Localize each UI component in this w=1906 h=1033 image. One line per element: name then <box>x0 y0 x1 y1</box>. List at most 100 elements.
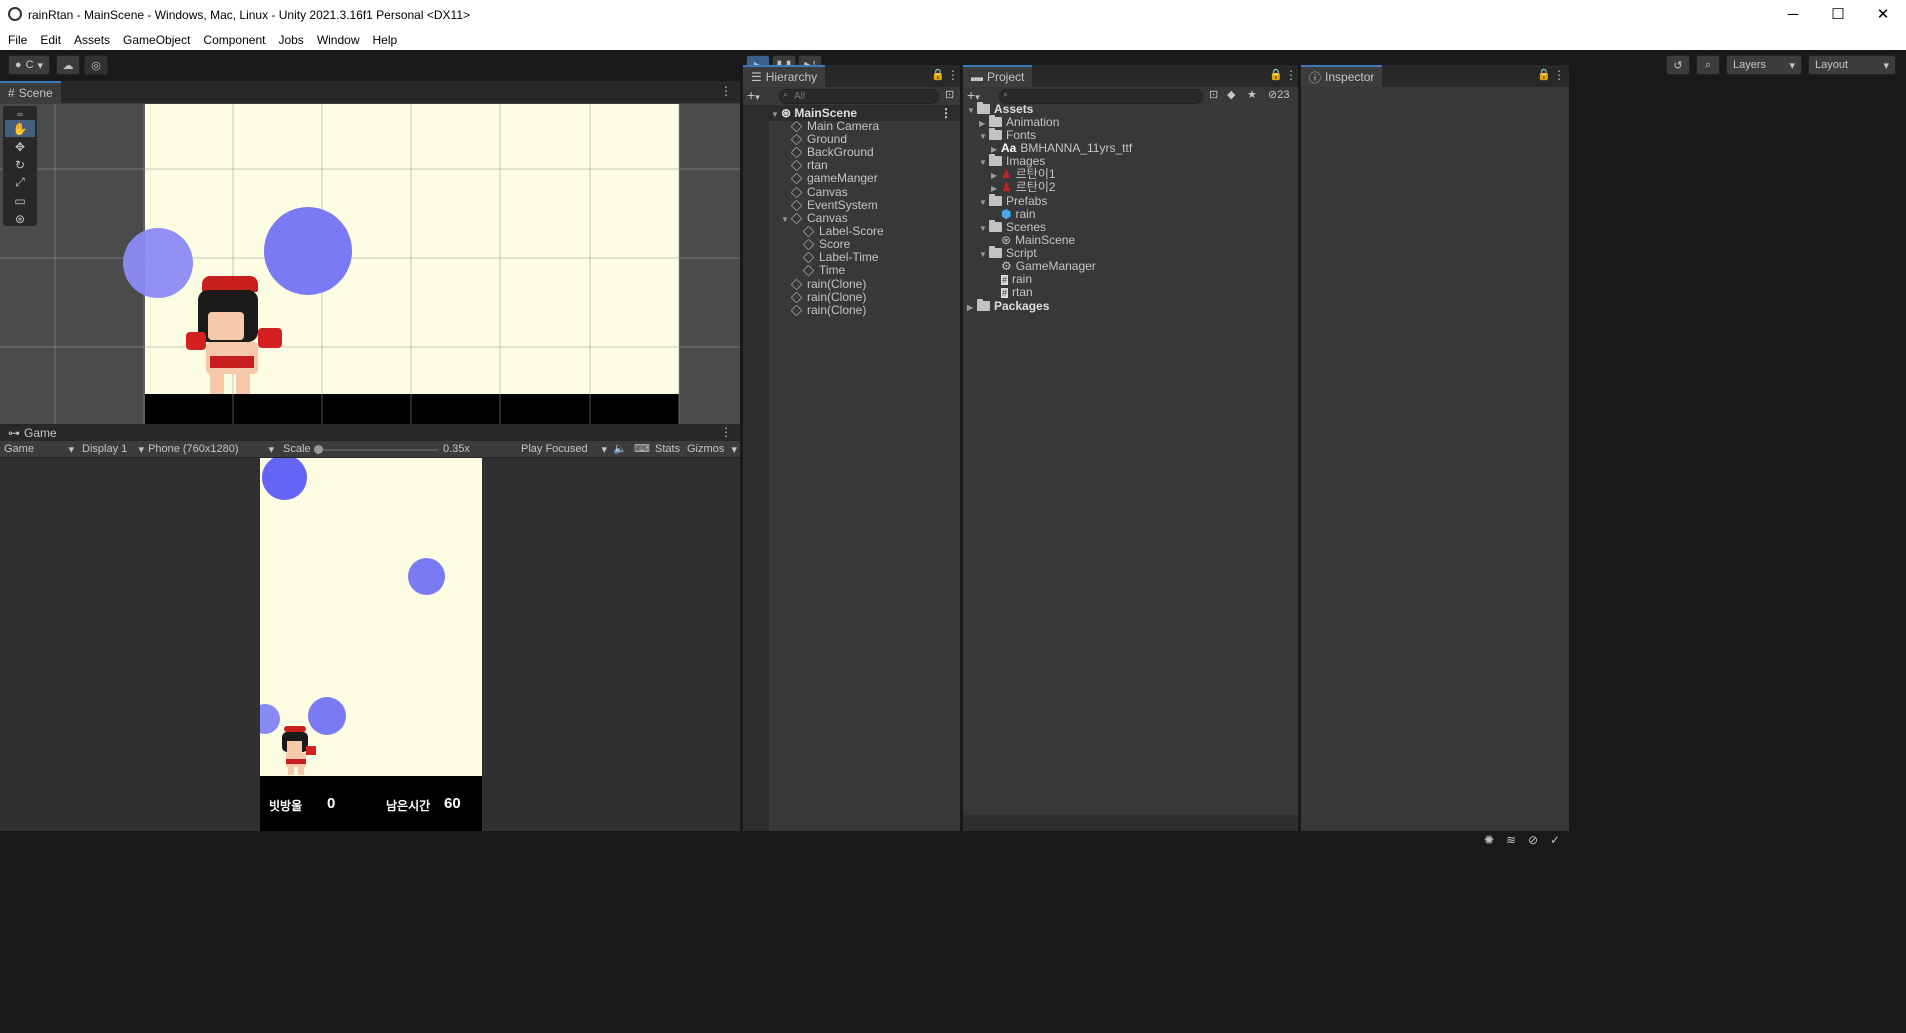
more-menu-icon[interactable]: ⋮ <box>720 84 732 98</box>
chevron-down-icon: ▾ <box>138 444 144 456</box>
gizmos-dropdown[interactable]: Gizmos ▾ <box>687 443 737 456</box>
hierarchy-toolbar: +▾ ⌕ ⊡ <box>743 87 960 105</box>
chevron-down-icon[interactable]: ▼ <box>967 103 977 119</box>
game-viewport[interactable]: 빗방울 0 남은시간 60 <box>0 458 740 831</box>
scene-tools-palette: ═ ✋ ✥ ↻ ⤢ ▭ ⊛ <box>3 106 37 226</box>
score-label: 빗방울 <box>269 799 303 813</box>
tab-inspector[interactable]: ⓘ Inspector <box>1301 65 1383 87</box>
more-menu-icon[interactable]: ⋮ <box>947 68 959 82</box>
info-icon: ⓘ <box>1309 70 1322 85</box>
chevron-down-icon: ▾ <box>1883 59 1889 72</box>
more-menu-icon[interactable]: ⋮ <box>940 105 952 121</box>
chevron-down-icon[interactable]: ▼ <box>771 107 781 123</box>
close-button[interactable]: ✕ <box>1860 0 1906 29</box>
tab-scene[interactable]: # Scene <box>0 81 61 103</box>
project-panel: ▬ Project 🔒 ⋮ +▾ ⌕ ⊡ ◆ ★ ⊘23 ▼ Assets ▶ Ani… <box>963 65 1298 831</box>
resolution-dropdown[interactable]: Phone (760x1280) ▾ <box>148 443 274 456</box>
lock-icon[interactable]: 🔒 <box>1269 68 1283 81</box>
collab-button[interactable]: ◎ <box>84 55 108 75</box>
unity-logo-icon <box>8 7 22 21</box>
time-value: 60 <box>444 795 461 812</box>
progress-check-icon[interactable]: ✓ <box>1550 833 1560 847</box>
project-bottom-bar <box>963 815 1298 831</box>
chevron-down-icon[interactable]: ▼ <box>781 212 791 228</box>
hand-tool-button[interactable]: ✋ <box>5 120 35 137</box>
keyboard-button[interactable]: ⌨ <box>634 442 650 455</box>
menu-window[interactable]: Window <box>317 33 360 47</box>
menu-jobs[interactable]: Jobs <box>278 33 303 47</box>
lock-icon[interactable]: 🔒 <box>1537 68 1551 81</box>
gameobject-icon <box>790 212 803 225</box>
search-by-type-icon[interactable]: ⊡ <box>1209 88 1218 101</box>
rtan-character[interactable] <box>182 276 282 398</box>
game-tabbar: ⊶ Game ⋮ <box>0 424 740 441</box>
sprite-icon: ♟ <box>1001 180 1012 194</box>
history-button[interactable]: ↺ <box>1666 55 1690 75</box>
display-dropdown[interactable]: Display 1 ▾ <box>82 443 144 456</box>
stats-button[interactable]: Stats <box>655 443 680 455</box>
menu-gameobject[interactable]: GameObject <box>123 33 190 47</box>
hierarchy-item[interactable]: rain(Clone) <box>790 302 866 318</box>
scale-tool-button[interactable]: ⤢ <box>5 174 35 191</box>
bug-icon[interactable]: ✺ <box>1484 833 1494 847</box>
rotate-icon: ↻ <box>14 157 26 172</box>
menu-file[interactable]: File <box>8 33 27 47</box>
tab-project[interactable]: ▬ Project <box>963 65 1033 87</box>
folder-icon <box>989 128 1002 140</box>
more-menu-icon[interactable]: ⋮ <box>1285 68 1297 82</box>
menu-assets[interactable]: Assets <box>74 33 110 47</box>
minimize-button[interactable]: ─ <box>1770 0 1816 29</box>
hidden-packages-button[interactable]: ⊘23 <box>1268 88 1289 101</box>
mute-audio-button[interactable]: 🔈 <box>613 442 627 455</box>
more-menu-icon[interactable]: ⋮ <box>1553 68 1565 82</box>
play-mode-dropdown[interactable]: Play Focused ▾ <box>521 443 607 456</box>
create-button[interactable]: +▾ <box>747 87 760 103</box>
chevron-down-icon[interactable]: ▼ <box>979 195 989 211</box>
chevron-down-icon[interactable]: ▼ <box>979 155 989 171</box>
project-folder[interactable]: ▶ Packages <box>967 298 1049 314</box>
gameobject-icon <box>790 304 803 317</box>
tab-game[interactable]: ⊶ Game <box>0 424 65 441</box>
chevron-right-icon[interactable]: ▶ <box>967 300 977 316</box>
search-button[interactable]: ⌕ <box>1696 55 1720 75</box>
chevron-down-icon[interactable]: ▼ <box>979 221 989 237</box>
menu-edit[interactable]: Edit <box>40 33 61 47</box>
score-value: 0 <box>327 795 336 812</box>
palette-handle[interactable]: ═ <box>5 109 35 119</box>
chevron-down-icon[interactable]: ▼ <box>979 129 989 145</box>
tab-hierarchy[interactable]: ☰ Hierarchy <box>743 65 826 87</box>
cache-icon[interactable]: ≋ <box>1506 833 1516 847</box>
maximize-button[interactable]: ☐ <box>1815 0 1861 29</box>
account-button[interactable]: ● C ▾ <box>8 55 50 75</box>
menu-help[interactable]: Help <box>373 33 398 47</box>
hierarchy-search-input[interactable] <box>779 89 939 104</box>
scale-slider-thumb[interactable] <box>314 445 323 454</box>
scale-icon: ⤢ <box>15 175 25 189</box>
more-menu-icon[interactable]: ⋮ <box>720 425 732 439</box>
layers-dropdown[interactable]: Layers ▾ <box>1726 55 1802 75</box>
game-view-dropdown[interactable]: Game ▾ <box>4 443 74 456</box>
lock-icon[interactable]: 🔒 <box>931 68 945 81</box>
time-label: 남은시간 <box>386 799 431 813</box>
chevron-down-icon[interactable]: ▼ <box>979 247 989 263</box>
inspector-panel: ⓘ Inspector 🔒 ⋮ <box>1301 65 1569 831</box>
rect-tool-button[interactable]: ▭ <box>5 192 35 209</box>
rotate-tool-button[interactable]: ↻ <box>5 156 35 173</box>
chevron-down-icon: ▾ <box>731 444 737 456</box>
keyboard-icon: ⌨ <box>634 443 650 455</box>
cloud-button[interactable]: ☁ <box>56 55 80 75</box>
layout-dropdown[interactable]: Layout ▾ <box>1808 55 1896 75</box>
search-by-label-icon[interactable]: ◆ <box>1227 88 1235 101</box>
scale-slider-track[interactable] <box>316 449 438 451</box>
search-icon: ⌕ <box>1704 58 1712 71</box>
scene-viewport[interactable]: ═ ✋ ✥ ↻ ⤢ ▭ ⊛ <box>0 104 740 424</box>
debug-off-icon[interactable]: ⊘ <box>1528 833 1538 847</box>
grid-icon: # <box>8 86 15 100</box>
rain-drop <box>408 558 445 595</box>
move-tool-button[interactable]: ✥ <box>5 138 35 155</box>
chevron-down-icon: ▾ <box>68 444 74 456</box>
menu-component[interactable]: Component <box>203 33 265 47</box>
scene-visibility-icon[interactable]: ⊡ <box>945 88 954 101</box>
transform-tool-button[interactable]: ⊛ <box>5 210 35 227</box>
favorite-icon[interactable]: ★ <box>1247 88 1257 101</box>
